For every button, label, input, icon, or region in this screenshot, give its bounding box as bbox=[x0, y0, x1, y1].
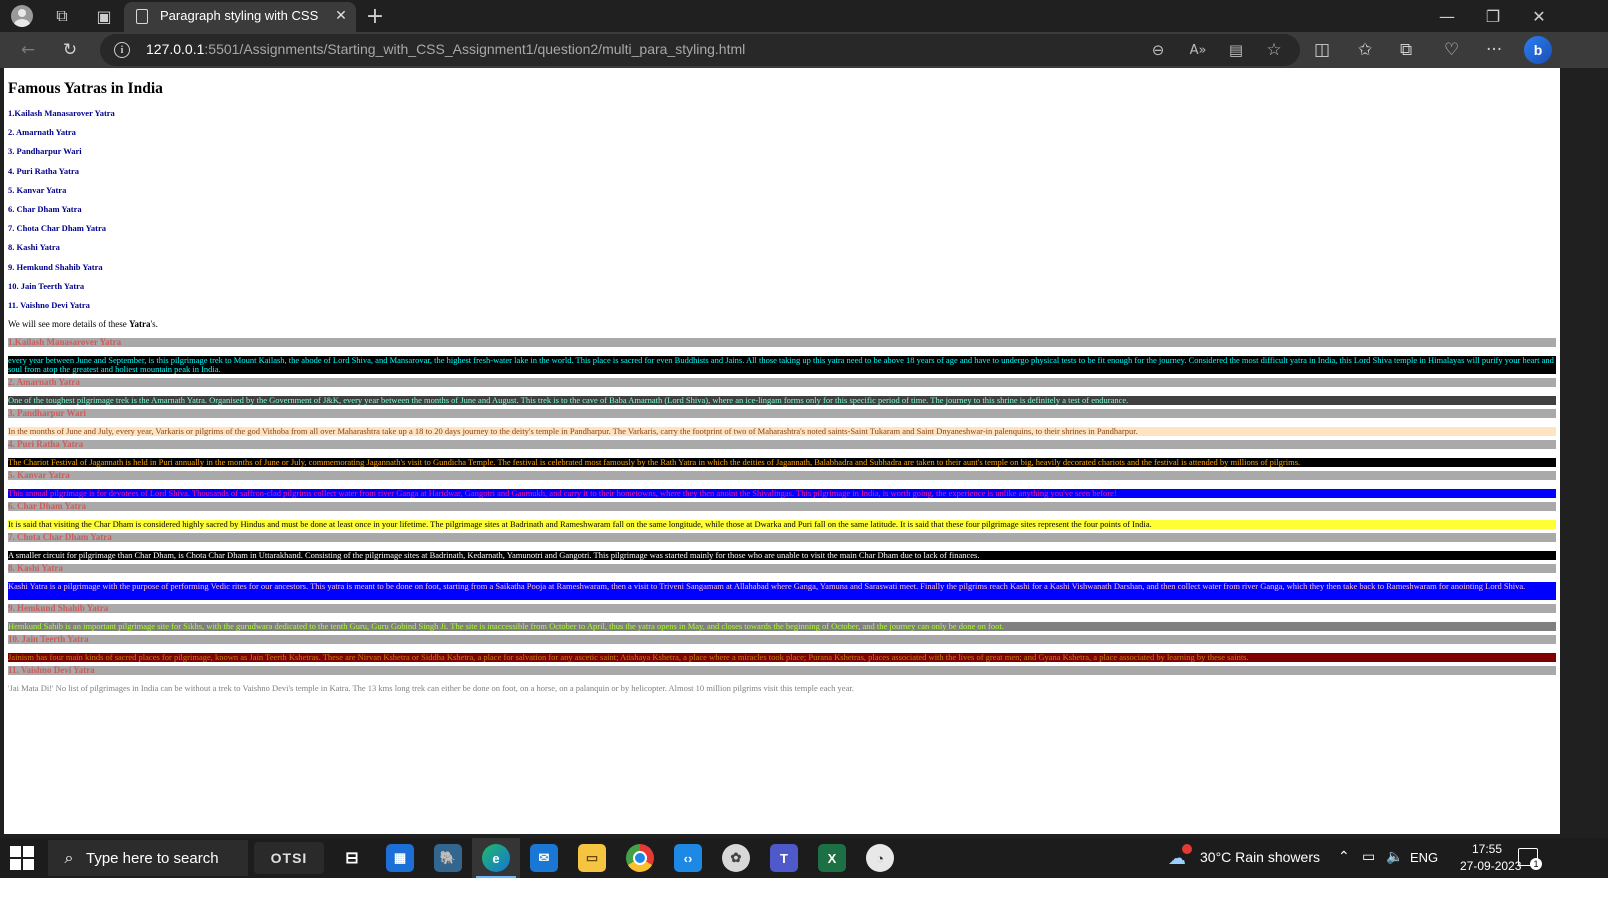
list-item: 4. Puri Ratha Yatra bbox=[8, 165, 79, 176]
section-paragraph: Kashi Yatra is a pilgrimage with the pur… bbox=[8, 582, 1556, 601]
teams-icon[interactable]: T bbox=[770, 844, 798, 872]
app-icon[interactable]: ◔ bbox=[866, 844, 894, 872]
browser-essentials-icon[interactable]: ♡ bbox=[1444, 32, 1459, 68]
info-icon[interactable]: i bbox=[114, 42, 130, 58]
section-title: 5. Kanvar Yatra bbox=[8, 471, 1556, 481]
page-content: Famous Yatras in India 1.Kailash Manasar… bbox=[4, 68, 1560, 694]
app-icon[interactable]: ✿ bbox=[722, 844, 750, 872]
list-item: 3. Pandharpur Wari bbox=[8, 146, 82, 157]
desktop-strip bbox=[0, 878, 1608, 910]
store-icon[interactable]: ▦ bbox=[386, 844, 414, 872]
file-explorer-icon[interactable]: ▭ bbox=[578, 844, 606, 872]
list-item: 6. Char Dham Yatra bbox=[8, 203, 82, 214]
mail-icon[interactable]: ✉ bbox=[530, 844, 558, 872]
weather-text[interactable]: 30°C Rain showers bbox=[1200, 849, 1320, 865]
favorites-icon[interactable]: ✩ bbox=[1358, 32, 1372, 68]
workspaces-icon[interactable]: ⧉ bbox=[50, 0, 74, 32]
list-item: 8. Kashi Yatra bbox=[8, 242, 60, 253]
list-item: 11. Vaishno Devi Yatra bbox=[8, 299, 90, 310]
refresh-icon[interactable]: ↻ bbox=[58, 32, 82, 68]
section-paragraph: Jainism has four main kinds of sacred pl… bbox=[8, 653, 1556, 663]
section-paragraph: every year between June and September, i… bbox=[8, 356, 1556, 375]
more-menu-icon[interactable]: ··· bbox=[1486, 32, 1502, 68]
section-paragraph: This annual pilgrimage is for devotees o… bbox=[8, 489, 1556, 499]
section-paragraph: 'Jai Mata Di!' No list of pilgrimages in… bbox=[8, 684, 1556, 694]
copilot-icon[interactable]: b bbox=[1524, 36, 1552, 64]
favorite-star-icon[interactable]: ☆ bbox=[1262, 34, 1286, 66]
tab-title: Paragraph styling with CSS bbox=[160, 8, 319, 23]
section-title: 2. Amarnath Yatra bbox=[8, 378, 1556, 388]
taskbar: ⌕ Type here to search OTSI ⊟ ▦ 🐘 e ✉ ▭ ‹… bbox=[0, 838, 1608, 878]
list-item: 5. Kanvar Yatra bbox=[8, 184, 67, 195]
section-title: 8. Kashi Yatra bbox=[8, 564, 1556, 574]
page-viewport: Famous Yatras in India 1.Kailash Manasar… bbox=[4, 68, 1560, 834]
volume-icon[interactable]: 🔈 bbox=[1386, 848, 1403, 865]
browser-title-bar: ⧉ ▣ Paragraph styling with CSS ✕ + — ❐ ✕ bbox=[0, 0, 1608, 32]
section-paragraph: A smaller circuit for pilgrimage than Ch… bbox=[8, 551, 1556, 561]
section-title: 7. Chota Char Dham Yatra bbox=[8, 533, 1556, 543]
intro-text: We will see more details of these Yatra'… bbox=[8, 315, 1556, 334]
tab-active[interactable]: Paragraph styling with CSS ✕ bbox=[124, 2, 356, 32]
address-bar[interactable]: i 127.0.0.1:5501/Assignments/Starting_wi… bbox=[100, 34, 1300, 66]
minimize-icon[interactable]: — bbox=[1432, 0, 1462, 32]
intro-text-before: We will see more details of these bbox=[8, 319, 129, 330]
excel-icon[interactable]: X bbox=[818, 844, 846, 872]
clock-time[interactable]: 17:55 bbox=[1472, 842, 1502, 856]
page-heading: Famous Yatras in India bbox=[8, 80, 163, 97]
clock-date[interactable]: 27-09-2023 bbox=[1460, 859, 1521, 873]
weather-alert-badge bbox=[1182, 844, 1192, 854]
page-icon bbox=[136, 9, 148, 24]
network-icon[interactable]: ▭ bbox=[1362, 848, 1375, 865]
back-arrow-icon[interactable]: ← bbox=[16, 32, 40, 68]
list-item: 10. Jain Teerth Yatra bbox=[8, 280, 85, 291]
chevron-up-icon[interactable]: ⌃ bbox=[1338, 848, 1350, 865]
search-icon: ⌕ bbox=[64, 848, 74, 867]
section-paragraph: In the months of June and July, every ye… bbox=[8, 427, 1556, 437]
immersive-reader-icon[interactable]: ▤ bbox=[1224, 34, 1248, 66]
vscode-icon[interactable]: ‹› bbox=[674, 844, 702, 872]
intro-text-bold: Yatra bbox=[129, 319, 151, 330]
close-icon[interactable]: ✕ bbox=[332, 6, 350, 26]
list-item: 2. Amarnath Yatra bbox=[8, 127, 76, 138]
split-screen-icon[interactable]: ◫ bbox=[1314, 32, 1330, 68]
read-aloud-icon[interactable]: A» bbox=[1186, 34, 1210, 66]
notification-count: 1 bbox=[1530, 858, 1542, 870]
taskbar-search[interactable]: ⌕ Type here to search bbox=[48, 840, 248, 876]
list-item: 7. Chota Char Dham Yatra bbox=[8, 223, 106, 234]
section-paragraph: Hemkund Sahib is an important pilgrimage… bbox=[8, 622, 1556, 632]
section-title: 3. Pandharpur Wari bbox=[8, 409, 1556, 419]
task-view-icon[interactable]: ⊟ bbox=[338, 844, 366, 872]
browser-toolbar: ← ↻ i 127.0.0.1:5501/Assignments/Startin… bbox=[0, 32, 1608, 68]
chrome-icon[interactable] bbox=[626, 844, 654, 872]
section-paragraph: One of the toughest pilgrimage trek is t… bbox=[8, 396, 1556, 406]
section-title: 1.Kailash Manasarover Yatra bbox=[8, 338, 1556, 348]
yatra-list: 1.Kailash Manasarover Yatra 2. Amarnath … bbox=[8, 104, 1556, 315]
edge-icon[interactable]: e bbox=[482, 844, 510, 872]
list-item: 9. Hemkund Shahib Yatra bbox=[8, 261, 103, 272]
language-indicator[interactable]: ENG bbox=[1410, 850, 1438, 865]
section-title: 11. Vaishno Devi Yatra bbox=[8, 666, 1556, 676]
section-title: 10. Jain Teerth Yatra bbox=[8, 635, 1556, 645]
intro-text-after: 's. bbox=[150, 319, 158, 330]
pgadmin-icon[interactable]: 🐘 bbox=[434, 844, 462, 872]
search-placeholder: Type here to search bbox=[86, 849, 219, 867]
tab-actions-icon[interactable]: ▣ bbox=[92, 0, 116, 32]
section-title: 6. Char Dham Yatra bbox=[8, 502, 1556, 512]
window-close-icon[interactable]: ✕ bbox=[1524, 0, 1554, 32]
section-title: 9. Hemkund Shahib Yatra bbox=[8, 604, 1556, 614]
collections-icon[interactable]: ⧉ bbox=[1400, 32, 1412, 68]
section-paragraph: It is said that visiting the Char Dham i… bbox=[8, 520, 1556, 530]
url-path: :5501/Assignments/Starting_with_CSS_Assi… bbox=[204, 41, 746, 57]
profile-icon[interactable] bbox=[10, 0, 34, 32]
zoom-out-icon[interactable]: ⊖ bbox=[1146, 34, 1170, 66]
url-host: 127.0.0.1 bbox=[146, 41, 205, 57]
restore-icon[interactable]: ❐ bbox=[1478, 0, 1508, 32]
url-text[interactable]: 127.0.0.1:5501/Assignments/Starting_with… bbox=[146, 41, 745, 57]
section-title: 4. Puri Ratha Yatra bbox=[8, 440, 1556, 450]
list-item: 1.Kailash Manasarover Yatra bbox=[8, 108, 115, 118]
section-paragraph: The Chariot Festival of Jagannath is hel… bbox=[8, 458, 1556, 468]
new-tab-icon[interactable]: + bbox=[364, 0, 386, 32]
windows-start-icon[interactable] bbox=[10, 846, 34, 870]
otsi-icon[interactable]: OTSI bbox=[254, 842, 324, 874]
